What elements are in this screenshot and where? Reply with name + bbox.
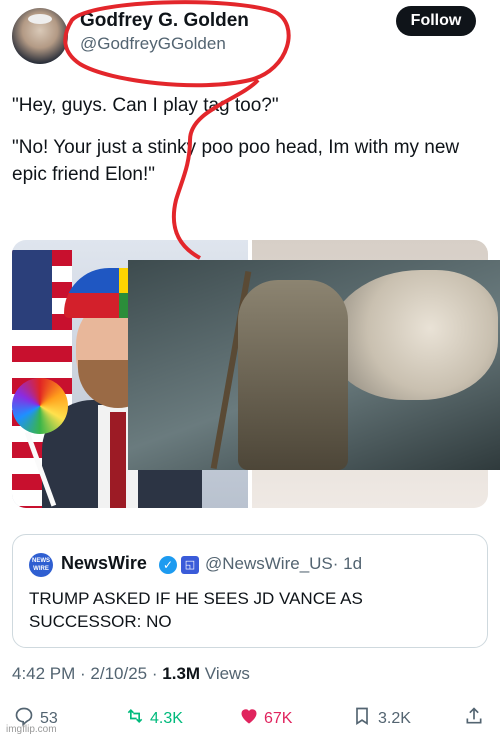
tie [110, 412, 126, 508]
tweet-line-2: "No! Your just a stinky poo poo head, Im… [12, 137, 460, 185]
tweet-meta: 4:42 PM · 2/10/25 · 1.3M Views [12, 664, 250, 683]
affiliation-badge-icon: ◱ [181, 556, 199, 574]
newswire-avatar[interactable]: NEWS WIRE [29, 553, 53, 577]
repost-count: 4.3K [150, 710, 183, 727]
author-handle[interactable]: @GodfreyGGolden [80, 34, 226, 54]
bookmark-count: 3.2K [378, 710, 411, 727]
tweet-line-1: "Hey, guys. Can I play tag too?" [12, 95, 279, 116]
quote-handle-text: @NewsWire_US [205, 554, 333, 573]
lollipop [12, 378, 68, 434]
flag-canton [12, 250, 52, 330]
knight-overlay-image [128, 260, 500, 470]
quoted-tweet[interactable]: NEWS WIRE NewsWire ✓ ◱ @NewsWire_US· 1d … [12, 534, 488, 648]
like-icon [238, 706, 260, 732]
tweet-header: Godfrey G. Golden @GodfreyGGolden Follow [0, 0, 500, 72]
tweet-text: "Hey, guys. Can I play tag too?" "No! Yo… [12, 92, 492, 203]
follow-button[interactable]: Follow [396, 6, 476, 36]
repost-icon [124, 706, 146, 732]
armored-knight [238, 280, 348, 470]
views-label: Views [204, 664, 250, 683]
imgflip-watermark: imgflip.com [6, 724, 57, 735]
bookmark-button[interactable]: 3.2K [352, 706, 411, 732]
like-count: 67K [264, 710, 293, 727]
lion-mane [328, 270, 498, 400]
share-icon [464, 706, 486, 732]
like-button[interactable]: 67K [238, 706, 292, 732]
verified-badge-icon: ✓ [159, 556, 177, 574]
quote-author-name[interactable]: NewsWire [61, 553, 147, 574]
tweet-time[interactable]: 4:42 PM [12, 664, 75, 683]
author-avatar[interactable] [12, 8, 68, 64]
repost-button[interactable]: 4.3K [124, 706, 183, 732]
bookmark-icon [352, 706, 374, 732]
quote-text: TRUMP ASKED IF HE SEES JD VANCE AS SUCCE… [29, 589, 363, 631]
quote-author-handle: @NewsWire_US· 1d [205, 554, 362, 574]
tweet-date[interactable]: 2/10/25 [90, 664, 147, 683]
avatar-hair [28, 14, 52, 24]
action-bar: 53 4.3K 67K 3.2K [0, 700, 500, 735]
views-count: 1.3M [162, 664, 201, 683]
share-button[interactable] [464, 706, 486, 732]
author-display-name[interactable]: Godfrey G. Golden [80, 10, 249, 32]
quote-time: · 1d [332, 554, 363, 573]
